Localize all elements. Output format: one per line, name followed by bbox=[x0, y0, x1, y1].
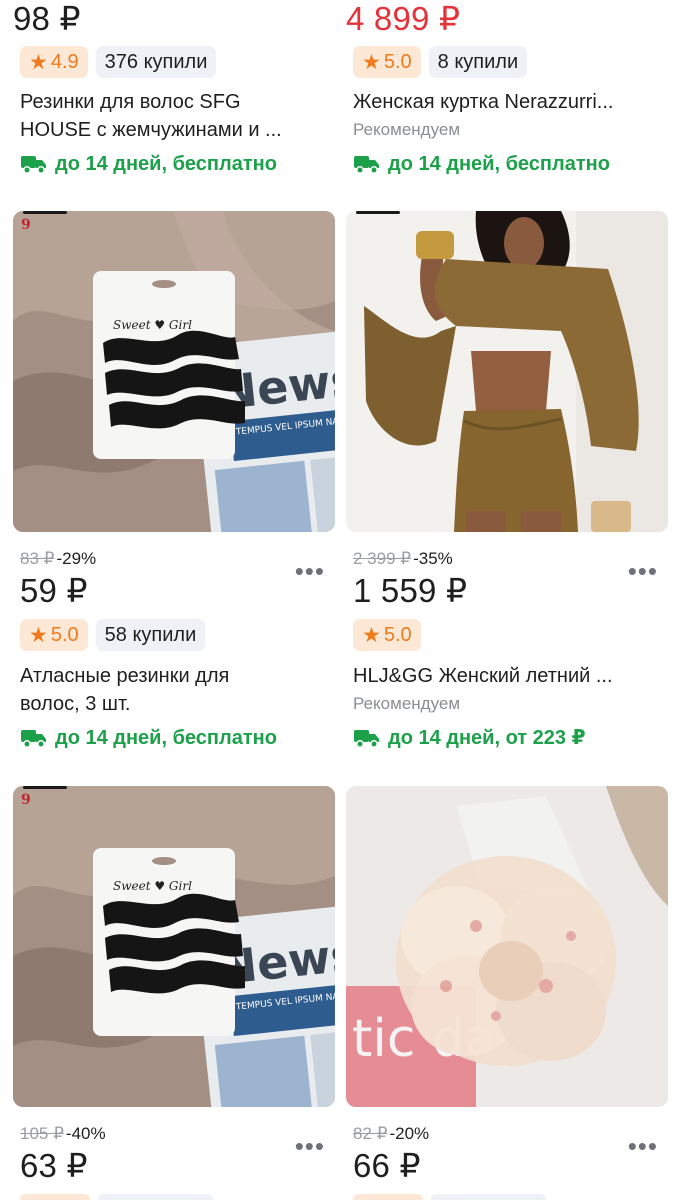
product-card-summer-outfit[interactable]: 2 399 ₽ -35% ••• 1 559 ₽ ★ 5.0 HLJ&GG Жен… bbox=[346, 546, 668, 756]
star-icon: ★ bbox=[29, 50, 48, 74]
old-price-row: 83 ₽ -29% bbox=[20, 546, 96, 572]
badges: ★ 4.9 376 купили bbox=[20, 46, 217, 78]
rating-badge: ★ 5.0 bbox=[353, 619, 421, 651]
price: 66 ₽ bbox=[353, 1147, 421, 1184]
old-price: 83 ₽ bbox=[20, 549, 55, 568]
old-price: 82 ₽ bbox=[353, 1124, 388, 1143]
truck-icon bbox=[354, 730, 379, 748]
discount: -35% bbox=[413, 549, 453, 568]
bought-badge-cropped bbox=[98, 1194, 213, 1200]
card-label: Sweet ♥ Girl bbox=[113, 879, 192, 893]
discount: -29% bbox=[56, 549, 97, 568]
rating-badge-cropped bbox=[353, 1194, 423, 1200]
product-card-satin-ties[interactable]: 83 ₽ -29% ••• 59 ₽ ★ 5.0 58 купили Атласн… bbox=[13, 546, 335, 756]
old-price: 105 ₽ bbox=[20, 1124, 64, 1143]
image-indicator bbox=[23, 786, 67, 789]
product-card-jacket[interactable]: 4 899 ₽ ★ 5.0 8 купили Женская куртка Ner… bbox=[346, 0, 668, 185]
product-card-scrunchie[interactable]: 82 ₽ -20% ••• 66 ₽ bbox=[346, 1121, 668, 1200]
badges: ★ 5.0 58 купили bbox=[20, 619, 206, 651]
delivery-info: до 14 дней, бесплатно bbox=[20, 150, 277, 178]
product-title: Женская куртка Nerazzurri... bbox=[353, 91, 614, 113]
price: 59 ₽ bbox=[20, 572, 88, 609]
product-image-summer-outfit[interactable] bbox=[346, 211, 668, 532]
price: 98 ₽ bbox=[13, 0, 81, 37]
image-indicator bbox=[23, 211, 67, 214]
more-dots-icon[interactable]: ••• bbox=[628, 558, 658, 584]
truck-icon bbox=[354, 156, 379, 174]
star-icon: ★ bbox=[362, 623, 381, 647]
rating-badge: ★ 4.9 bbox=[20, 46, 88, 78]
product-title: Атласные резинки для волос, 3 шт. bbox=[20, 665, 230, 715]
truck-icon bbox=[21, 156, 46, 174]
rating-badge-cropped bbox=[20, 1194, 90, 1200]
bought-count: 58 купили bbox=[95, 619, 206, 651]
bought-badge-cropped bbox=[431, 1194, 546, 1200]
bought-count: 376 купили bbox=[95, 46, 217, 78]
rating-badge: ★ 5.0 bbox=[353, 46, 421, 78]
star-icon: ★ bbox=[362, 50, 381, 74]
price: 63 ₽ bbox=[20, 1147, 88, 1184]
delivery-info: до 14 дней, от 223 ₽ bbox=[353, 724, 586, 752]
discount: -20% bbox=[389, 1124, 430, 1143]
old-price: 2 399 ₽ bbox=[353, 549, 412, 568]
product-card-hair-ties-pearls[interactable]: 98 ₽ ★ 4.9 376 купили Резинки для волос S… bbox=[13, 0, 335, 185]
recommend-label: Рекомендуем bbox=[353, 694, 461, 713]
more-dots-icon[interactable]: ••• bbox=[295, 558, 325, 584]
product-image-scrunchie[interactable]: tic day bbox=[346, 786, 668, 1107]
star-icon: ★ bbox=[29, 623, 48, 647]
bought-count: 8 купили bbox=[428, 46, 528, 78]
product-title: HLJ&GG Женский летний ... bbox=[353, 665, 613, 687]
product-card-satin-ties-2[interactable]: 105 ₽ -40% ••• 63 ₽ bbox=[13, 1121, 335, 1200]
product-image-satin-ties-2[interactable]: News TEMPUS VEL IPSUM NAM TELLUS Sweet ♥… bbox=[13, 786, 335, 1107]
badges: ★ 5.0 8 купили bbox=[353, 46, 528, 78]
price: 4 899 ₽ bbox=[346, 0, 461, 37]
card-label: Sweet ♥ Girl bbox=[113, 318, 192, 332]
price: 1 559 ₽ bbox=[353, 572, 468, 609]
recommend-label: Рекомендуем bbox=[353, 120, 461, 139]
delivery-info: до 14 дней, бесплатно bbox=[353, 150, 610, 178]
product-image-satin-ties[interactable]: News TEMPUS VEL IPSUM NAM TELLUS Sweet ♥… bbox=[13, 211, 335, 532]
badges: ★ 5.0 bbox=[353, 619, 421, 651]
product-title: Резинки для волос SFG HOUSE с жемчужинам… bbox=[20, 91, 282, 141]
image-badge: 9 bbox=[21, 217, 31, 233]
discount: -40% bbox=[65, 1124, 106, 1143]
truck-icon bbox=[21, 730, 46, 748]
more-dots-icon[interactable]: ••• bbox=[628, 1133, 658, 1159]
image-indicator bbox=[356, 211, 400, 214]
old-price-row: 82 ₽ -20% bbox=[353, 1121, 429, 1147]
old-price-row: 105 ₽ -40% bbox=[20, 1121, 106, 1147]
old-price-row: 2 399 ₽ -35% bbox=[353, 546, 453, 572]
more-dots-icon[interactable]: ••• bbox=[295, 1133, 325, 1159]
image-badge: 9 bbox=[21, 792, 31, 808]
delivery-info: до 14 дней, бесплатно bbox=[20, 724, 277, 752]
rating-badge: ★ 5.0 bbox=[20, 619, 88, 651]
